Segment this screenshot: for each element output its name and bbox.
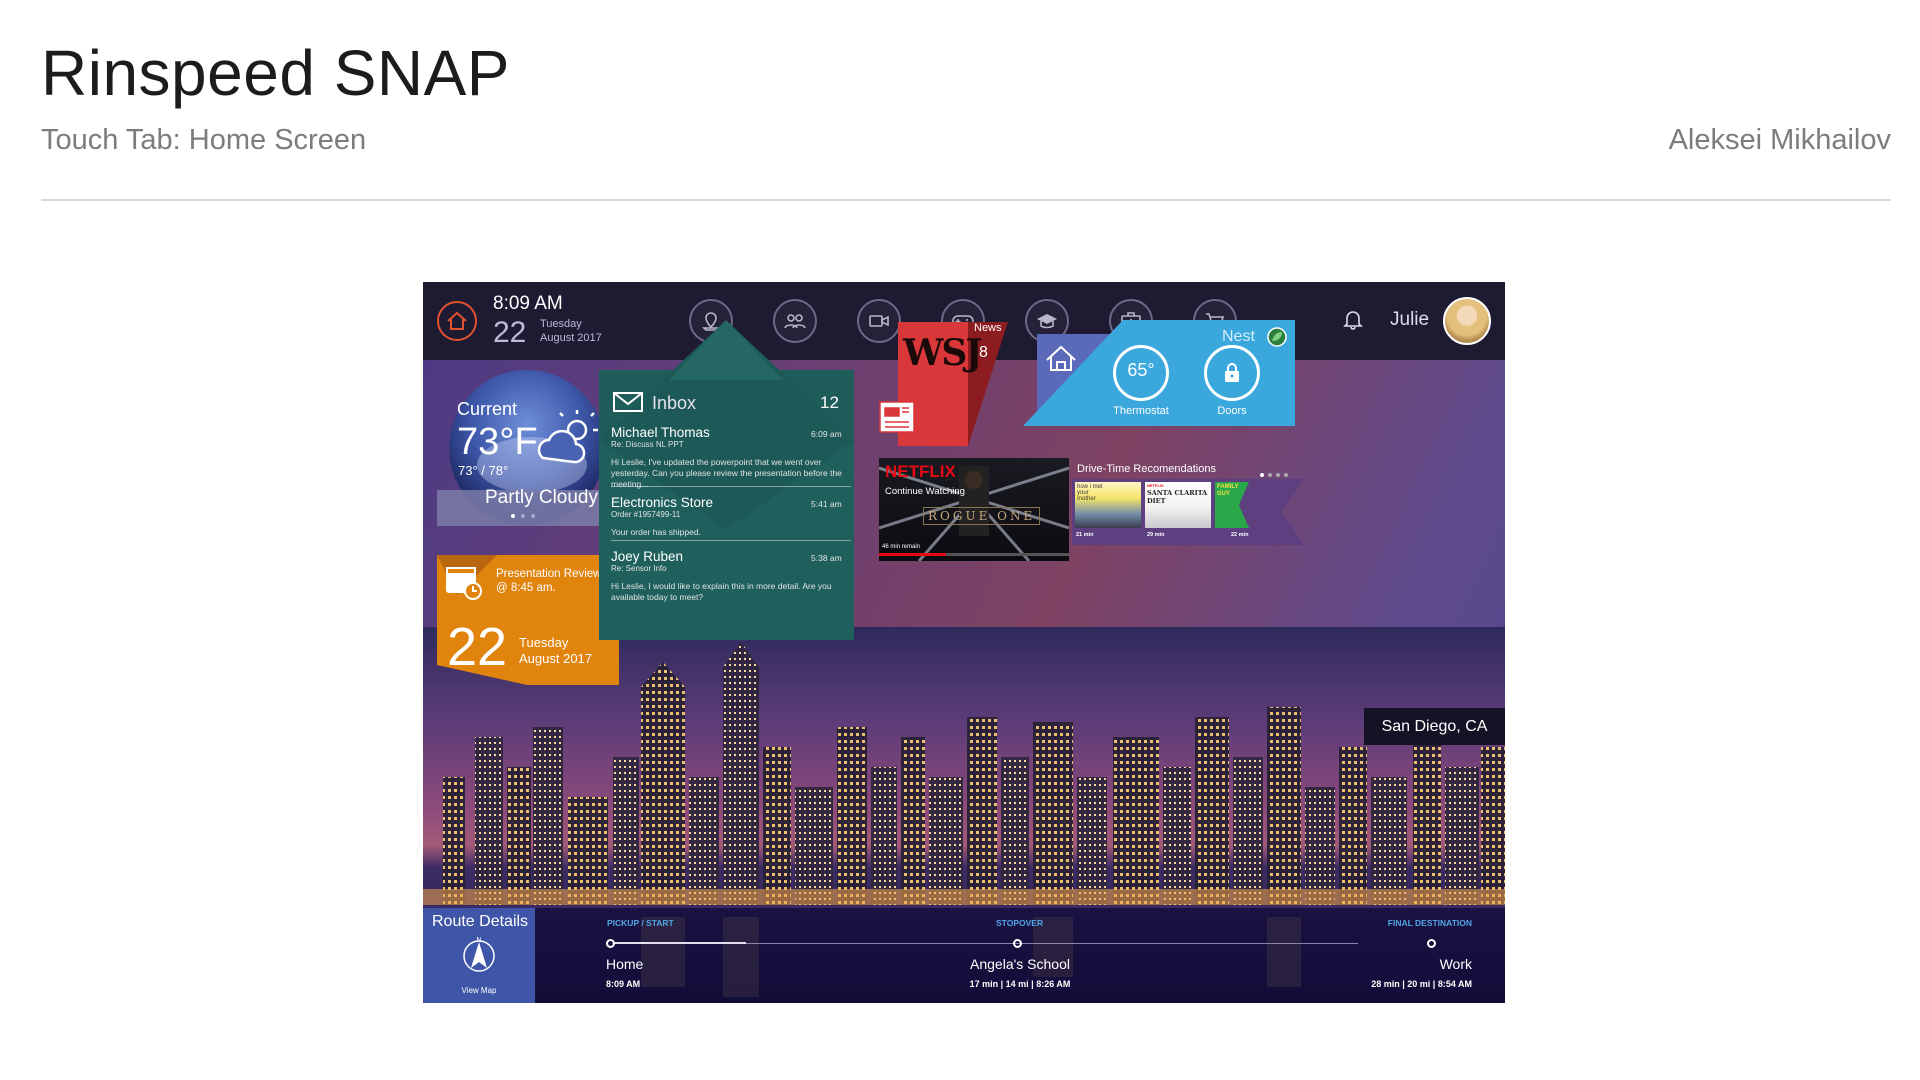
home-button[interactable]	[437, 301, 477, 341]
message-divider	[611, 486, 851, 487]
drive-thumb-1[interactable]: how i met your mother	[1075, 482, 1141, 528]
stop-heading-destination: FINAL DESTINATION	[1387, 918, 1472, 928]
clock-month: August 2017	[540, 332, 602, 344]
message-time: 5:38 am	[811, 553, 842, 563]
weather-range: 73° / 78°	[458, 463, 509, 478]
route-progress	[614, 942, 746, 944]
stop-meta-destination: 28 min | 20 mi | 8:54 AM	[1371, 979, 1472, 989]
netflix-logo: NETFLIX	[885, 462, 956, 481]
thumb-title: FAMILY GUY	[1217, 484, 1239, 497]
bell-icon	[1343, 311, 1363, 330]
thumb-title: how i met your mother	[1077, 484, 1103, 502]
svg-text:N: N	[476, 937, 481, 944]
envelope-icon	[613, 392, 643, 412]
calendar-day: 22	[447, 617, 508, 677]
inbox-message-3[interactable]: Joey Ruben Re: Sensor Info 5:38 am Hi Le…	[611, 549, 851, 603]
clock-time: 8:09 AM	[493, 293, 563, 314]
thumb-duration: 29 min	[1147, 532, 1165, 538]
user-name[interactable]: Julie	[1390, 309, 1429, 331]
calendar-weekday: Tuesday	[519, 635, 569, 650]
clock-day: 22	[493, 316, 527, 349]
thumb-duration: 21 min	[1076, 532, 1094, 538]
location-badge: San Diego, CA	[1364, 708, 1505, 745]
stop-marker-stopover[interactable]	[1013, 939, 1022, 948]
message-time: 6:09 am	[811, 429, 842, 439]
thermostat-value: 65°	[1127, 360, 1155, 380]
stop-name-destination: Work	[1439, 956, 1472, 972]
stop-meta-stopover: 17 min | 14 mi | 8:26 AM	[969, 979, 1071, 989]
news-label: News	[974, 322, 1002, 334]
netflix-progress-bar	[879, 553, 946, 556]
message-preview: Your order has shipped.	[611, 527, 701, 537]
inbox-count: 12	[820, 393, 839, 412]
thumb-duration: 22 min	[1231, 532, 1249, 538]
page-title: Rinspeed SNAP	[41, 37, 510, 109]
weather-widget[interactable]: Current 73°F 73° / 78° Partly Cloudy	[437, 370, 617, 526]
newspaper-icon	[879, 401, 915, 433]
stop-meta-start: 8:09 AM	[606, 979, 641, 989]
carousel-dot[interactable]	[1260, 473, 1264, 477]
news-logo: WSJ	[903, 332, 982, 374]
stop-marker-start[interactable]	[606, 939, 615, 948]
clock-weekday: Tuesday	[540, 318, 582, 330]
doors-control[interactable]	[1204, 345, 1260, 401]
message-preview: Hi Leslie, I would like to explain this …	[611, 581, 832, 602]
weather-condition: Partly Cloudy	[485, 487, 598, 508]
touch-tab-screen: 8:09 AM 22 Tuesday August 2017 Julie Cur…	[423, 282, 1505, 1003]
lock-icon	[1225, 363, 1239, 382]
inbox-title: Inbox	[652, 393, 697, 413]
view-map-link[interactable]: View Map	[423, 986, 535, 995]
stop-name-start: Home	[606, 956, 644, 972]
nest-title: Nest	[1222, 328, 1255, 345]
weather-label: Current	[457, 399, 518, 419]
weather-temperature: 73°F	[457, 421, 538, 463]
message-time: 5:41 am	[811, 499, 842, 509]
netflix-remaining: 46 min remain	[882, 544, 921, 550]
compass-icon: N	[463, 937, 495, 972]
carousel-dot[interactable]	[1268, 473, 1272, 477]
stop-heading-stopover: STOPOVER	[996, 918, 1044, 928]
avatar[interactable]	[1443, 297, 1491, 345]
doors-label: Doors	[1217, 405, 1247, 417]
author-name: Aleksei Mikhailov	[1668, 124, 1891, 156]
stop-marker-destination[interactable]	[1427, 939, 1436, 948]
inbox-message-1[interactable]: Michael Thomas Re: Discuss NL PPT 6:09 a…	[611, 425, 851, 490]
news-count: 8	[979, 344, 988, 361]
page-subtitle: Touch Tab: Home Screen	[41, 124, 367, 156]
stop-heading-start: PICKUP / START	[607, 918, 674, 928]
message-divider	[611, 540, 851, 541]
message-subject: Order #1957499-11	[611, 510, 681, 519]
message-subject: Re: Sensor Info	[611, 564, 667, 573]
home-icon	[447, 311, 467, 330]
calendar-month: August 2017	[519, 651, 593, 666]
message-subject: Re: Discuss NL PPT	[611, 440, 684, 449]
inbox-message-2[interactable]: Electronics Store Order #1957499-11 5:41…	[611, 495, 851, 538]
carousel-dot[interactable]	[1284, 473, 1288, 477]
thumb-title: SANTA CLARITA DIET	[1147, 489, 1208, 505]
header-divider	[41, 199, 1891, 201]
netflix-continue: Continue Watching	[885, 486, 965, 497]
drive-thumb-2[interactable]: NETFLIX SANTA CLARITA DIET	[1145, 482, 1211, 528]
calendar-event: Presentation Review @ 8:45 am.	[496, 568, 602, 594]
drive-time-title: Drive-Time Recomendations	[1077, 463, 1216, 475]
route-title: Route Details	[432, 913, 529, 930]
stop-name-stopover: Angela's School	[970, 956, 1070, 972]
netflix-title: ROGUE ONE	[923, 507, 1041, 525]
notifications-button[interactable]	[1343, 308, 1363, 335]
carousel-dot[interactable]	[1276, 473, 1280, 477]
